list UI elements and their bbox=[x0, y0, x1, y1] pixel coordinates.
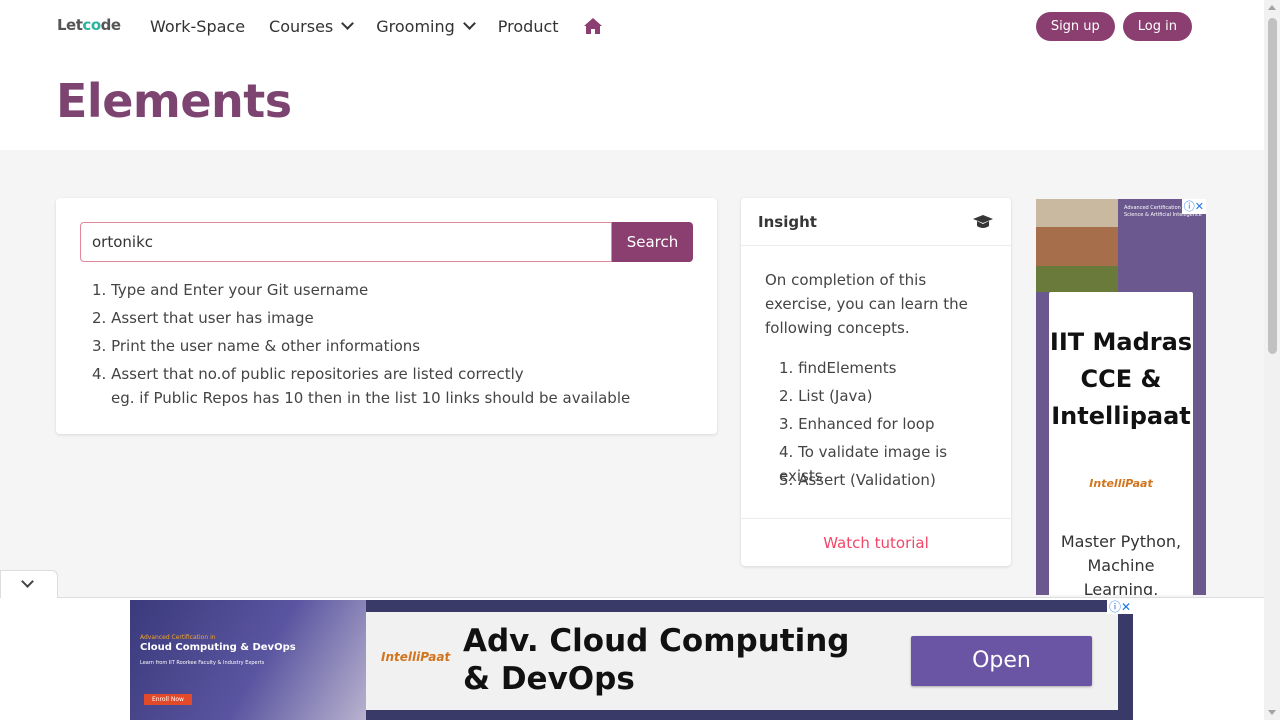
side-advertisement[interactable]: Advanced Certification in Data Science &… bbox=[1036, 199, 1206, 595]
banner-brand-logo: IntelliPaat bbox=[381, 650, 451, 664]
list-item: 4. To validate image is exists bbox=[779, 443, 948, 485]
watch-tutorial-link[interactable]: Watch tutorial bbox=[741, 518, 1011, 566]
username-input[interactable] bbox=[80, 222, 612, 262]
page-scrollbar[interactable] bbox=[1264, 0, 1280, 720]
chevron-down-icon bbox=[21, 575, 34, 588]
enroll-now-button: Enroll Now bbox=[144, 694, 192, 705]
list-item-note: eg. if Public Repos has 10 then in the l… bbox=[111, 389, 631, 407]
nav-courses[interactable]: Courses bbox=[269, 15, 355, 37]
list-item: 3. Enhanced for loop bbox=[779, 415, 935, 433]
main-nav: Work-Space Courses Grooming Product bbox=[150, 15, 627, 37]
scroll-down-icon[interactable] bbox=[1268, 710, 1276, 715]
graduation-cap-icon bbox=[973, 215, 993, 228]
ad-photo bbox=[1036, 199, 1118, 292]
bottom-banner-ad[interactable]: Advanced Certification in Cloud Computin… bbox=[130, 600, 1133, 720]
ad-headline: IIT Madras CCE & Intellipaat bbox=[1049, 328, 1193, 430]
search-button[interactable]: Search bbox=[612, 222, 693, 262]
nav-work-space[interactable]: Work-Space bbox=[150, 15, 245, 37]
banner-tag-title: Cloud Computing & DevOps bbox=[140, 642, 296, 653]
ad-brand-logo: IntelliPaat bbox=[1089, 477, 1153, 490]
scroll-up-icon[interactable] bbox=[1268, 5, 1276, 10]
ad-card: IIT Madras CCE & Intellipaat IntelliPaat… bbox=[1049, 292, 1193, 595]
nav-home[interactable] bbox=[583, 15, 603, 37]
page-title: Elements bbox=[56, 74, 292, 128]
chevron-down-icon bbox=[462, 16, 476, 30]
nav-product[interactable]: Product bbox=[498, 15, 559, 37]
banner-tag-sub: Learn from IIT Roorkee Faculty & Industr… bbox=[140, 660, 265, 666]
sign-up-button[interactable]: Sign up bbox=[1035, 12, 1115, 41]
open-button[interactable]: Open bbox=[911, 636, 1092, 686]
banner-close-icon[interactable]: ⓘ✕ bbox=[1106, 600, 1133, 614]
header: Letcode Work-Space Courses Grooming Prod… bbox=[0, 0, 1264, 150]
exercise-card: Search 1. Type and Enter your Git userna… bbox=[56, 198, 717, 434]
insight-title: Insight bbox=[758, 213, 817, 231]
list-item: 2. List (Java) bbox=[779, 387, 873, 405]
insight-intro: On completion of this exercise, you can … bbox=[765, 271, 968, 337]
insight-header: Insight bbox=[741, 198, 1011, 246]
list-item: 5. Assert (Validation) bbox=[779, 471, 936, 489]
ad-close-icon[interactable]: ⓘ✕ bbox=[1181, 199, 1206, 214]
insight-body: On completion of this exercise, you can … bbox=[741, 246, 1011, 496]
list-item: 2. Assert that user has image bbox=[92, 309, 314, 327]
banner-content: IntelliPaat Adv. Cloud Computing & DevOp… bbox=[366, 612, 1118, 710]
banner-headline: Adv. Cloud Computing & DevOps bbox=[463, 623, 850, 697]
collapse-ad-button[interactable] bbox=[0, 570, 58, 598]
nav-grooming[interactable]: Grooming bbox=[376, 15, 476, 37]
ad-description: Master Python, Machine Learning, bbox=[1060, 532, 1182, 595]
auth-buttons: Sign up Log in bbox=[1028, 12, 1192, 41]
letcode-logo[interactable]: Letcode bbox=[57, 16, 121, 34]
list-item: 3. Print the user name & other informati… bbox=[92, 337, 421, 355]
scrollbar-thumb[interactable] bbox=[1268, 18, 1277, 354]
insight-card: Insight On completion of this exercise, … bbox=[741, 198, 1011, 566]
log-in-button[interactable]: Log in bbox=[1122, 12, 1192, 41]
banner-image: Advanced Certification in Cloud Computin… bbox=[130, 600, 366, 720]
instruction-list: 1. Type and Enter your Git username 2. A… bbox=[92, 278, 630, 414]
home-icon bbox=[583, 18, 602, 34]
banner-tag: Advanced Certification in bbox=[140, 634, 216, 641]
list-item: 1. findElements bbox=[779, 359, 897, 377]
list-item: 1. Type and Enter your Git username bbox=[92, 281, 369, 299]
chevron-down-icon bbox=[341, 16, 355, 30]
concepts-list: 1. findElements 2. List (Java) 3. Enhanc… bbox=[765, 356, 987, 496]
